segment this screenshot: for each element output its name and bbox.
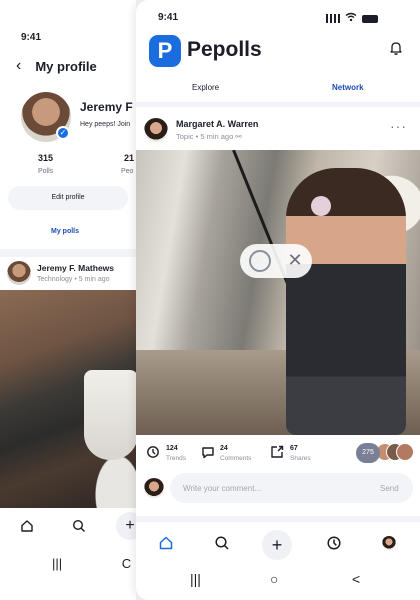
verified-badge-icon: ✓ xyxy=(56,126,70,140)
wifi-icon xyxy=(345,12,357,25)
stat-people-label: Peo xyxy=(121,168,134,175)
audience-icon: ⚯ xyxy=(235,132,242,141)
battery-icon xyxy=(362,14,378,23)
post-topic: Technology xyxy=(37,276,73,283)
trends-label: Trends xyxy=(166,455,186,462)
tab-explore[interactable]: Explore xyxy=(192,83,219,92)
voter-avatar[interactable] xyxy=(396,443,414,461)
stat-polls-label: Polls xyxy=(38,168,54,175)
page-title: My profile xyxy=(35,58,97,74)
search-icon[interactable] xyxy=(72,519,86,536)
post-author-name[interactable]: Margaret A. Warren xyxy=(176,119,258,129)
bell-icon[interactable] xyxy=(388,40,404,56)
tab-network[interactable]: Network xyxy=(332,83,364,92)
profile-screen: 9:41 ‹ My profile ✓ Jeremy F Hey peeps! … xyxy=(0,0,136,600)
status-icons xyxy=(326,12,378,25)
voters-count-badge[interactable]: 275 xyxy=(356,443,380,463)
coffee-cup-image xyxy=(84,370,136,460)
post-meta: Technology • 5 min ago xyxy=(37,276,110,283)
home-system-icon[interactable]: C xyxy=(122,556,131,571)
person-figure xyxy=(286,168,406,435)
system-recent-button[interactable]: ||| C xyxy=(52,556,131,571)
stat-polls-value[interactable]: 315 xyxy=(38,153,53,163)
trend-icon[interactable] xyxy=(146,445,160,462)
vote-circle-button[interactable] xyxy=(249,250,271,272)
back-system-icon[interactable]: < xyxy=(352,571,360,587)
recent-apps-icon[interactable]: ||| xyxy=(190,571,201,587)
home-icon[interactable] xyxy=(158,535,174,551)
recent-apps-icon[interactable]: ||| xyxy=(52,556,62,571)
post-topic: Topic xyxy=(176,132,194,141)
home-icon[interactable] xyxy=(20,519,34,536)
status-time: 9:41 xyxy=(158,12,179,23)
vote-x-button[interactable]: ✕ xyxy=(281,246,309,274)
profile-header: ‹ My profile xyxy=(16,58,97,74)
edit-profile-button[interactable]: Edit profile xyxy=(8,186,128,210)
app-stack: 9:41 ‹ My profile ✓ Jeremy F Hey peeps! … xyxy=(0,0,420,600)
shares-label: Shares xyxy=(290,455,311,462)
trend-icon[interactable] xyxy=(326,535,342,551)
comment-icon[interactable] xyxy=(201,445,215,462)
plus-icon[interactable]: + xyxy=(116,512,136,540)
post-age: 5 min ago xyxy=(200,132,234,141)
post-author-avatar[interactable] xyxy=(144,118,168,142)
tab-my-polls[interactable]: My polls xyxy=(51,228,79,235)
divider xyxy=(136,516,420,522)
stat-people-value[interactable]: 21 xyxy=(124,153,134,163)
post-meta: Topic • 5 min ago ⚯ xyxy=(176,132,242,141)
feed-screen: 9:41 P Pepolls Explore Network Margaret … xyxy=(136,0,420,600)
comments-label: Comments xyxy=(220,455,252,462)
send-button[interactable]: Send xyxy=(380,484,399,493)
post-image[interactable] xyxy=(136,150,420,435)
user-name: Jeremy F xyxy=(80,100,133,114)
divider xyxy=(0,249,136,257)
my-avatar xyxy=(144,478,164,498)
divider xyxy=(136,102,420,107)
post-author-avatar[interactable] xyxy=(7,261,31,285)
post-age: 5 min ago xyxy=(78,276,110,283)
shares-count: 67 xyxy=(290,445,298,452)
home-system-icon[interactable]: ○ xyxy=(270,571,278,587)
trends-count: 124 xyxy=(166,445,178,452)
create-poll-button[interactable]: + xyxy=(262,530,292,560)
headphones xyxy=(311,196,331,216)
status-time: 9:41 xyxy=(21,32,42,43)
share-icon[interactable] xyxy=(270,445,284,462)
profile-avatar[interactable] xyxy=(382,536,396,550)
search-icon[interactable] xyxy=(214,535,230,551)
pepolls-logo-icon: P xyxy=(149,35,181,67)
more-options-icon[interactable]: ··· xyxy=(390,118,407,134)
back-arrow-icon[interactable]: ‹ xyxy=(16,58,21,74)
brand-name: Pepolls xyxy=(187,38,262,61)
comment-placeholder[interactable]: Write your comment... xyxy=(183,484,261,493)
signal-icon xyxy=(326,14,340,23)
comments-count: 24 xyxy=(220,445,228,452)
user-bio: Hey peeps! Join xyxy=(80,121,131,128)
post-author-name[interactable]: Jeremy F. Mathews xyxy=(37,263,114,273)
